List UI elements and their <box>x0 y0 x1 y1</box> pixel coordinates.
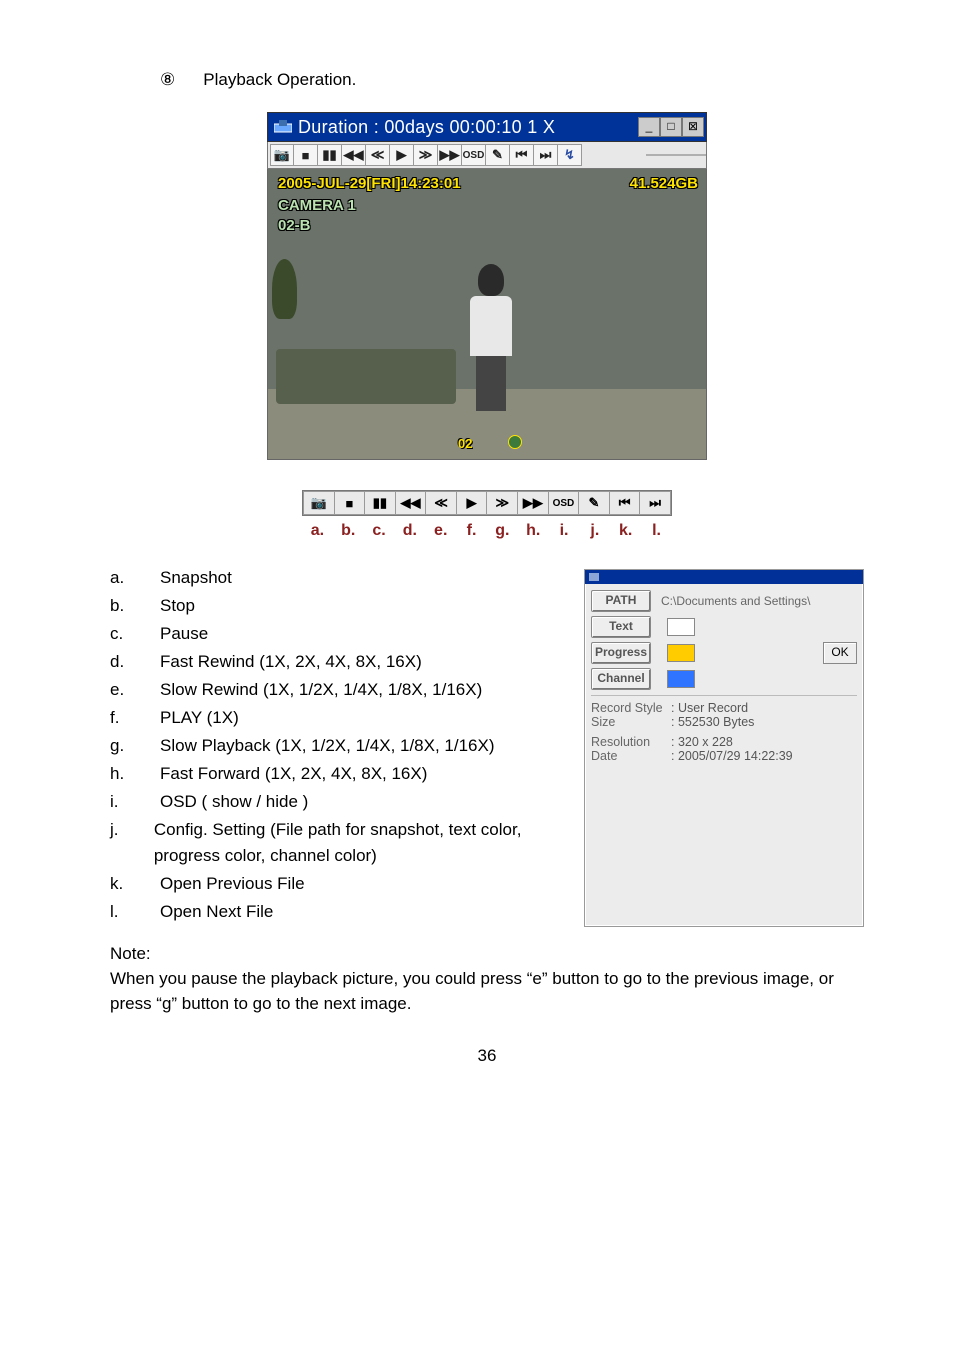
restore-button[interactable]: □ <box>660 117 682 137</box>
legend-fast-rewind-icon: ◀◀ <box>396 491 427 515</box>
record-style-value: : User Record <box>671 701 748 715</box>
title-bar[interactable]: Duration : 00days 00:00:10 1 X _ □ ⊠ <box>267 112 707 142</box>
pause-button[interactable]: ▮▮ <box>318 144 342 166</box>
osd-button[interactable]: OSD <box>462 144 486 166</box>
video-sofa <box>276 349 456 404</box>
legend-slow-rewind-icon: ≪ <box>426 491 457 515</box>
window-title: Duration : 00days 00:00:10 1 X <box>298 117 555 138</box>
app-icon <box>273 118 293 136</box>
path-button[interactable]: PATH <box>591 590 651 612</box>
progress-color-button[interactable]: Progress <box>591 642 651 664</box>
legend-next-file-icon: ⏭ <box>640 491 671 515</box>
legend-letters: a. b. c. d. e. f. g. h. i. j. k. l. <box>302 522 672 540</box>
date-label: Date <box>591 749 671 763</box>
overlay-badge: 02 <box>458 436 472 451</box>
text-color-button[interactable]: Text <box>591 616 651 638</box>
text-color-swatch <box>667 618 695 636</box>
size-label: Size <box>591 715 671 729</box>
size-value: : 552530 Bytes <box>671 715 754 729</box>
player-window: Duration : 00days 00:00:10 1 X _ □ ⊠ 📷 ■… <box>267 112 707 460</box>
path-value: C:\Documents and Settings\ <box>661 594 810 608</box>
extra-icon[interactable]: ↯ <box>558 144 582 166</box>
legend-list: a.Snapshot b.Stop c.Pause d.Fast Rewind … <box>110 565 566 927</box>
fast-rewind-button[interactable]: ◀◀ <box>342 144 366 166</box>
resolution-label: Resolution <box>591 735 671 749</box>
slow-playback-button[interactable]: ≫ <box>414 144 438 166</box>
overlay-dot-icon <box>508 435 522 449</box>
overlay-zone: 02-B <box>278 217 311 234</box>
video-frame: 2005-JUL-29[FRI]14:23:01 41.524GB CAMERA… <box>267 169 707 460</box>
channel-color-swatch <box>667 670 695 688</box>
page-number: 36 <box>110 1046 864 1066</box>
resolution-value: : 320 x 228 <box>671 735 733 749</box>
config-titlebar[interactable] <box>585 570 863 584</box>
next-file-button[interactable]: ⏭ <box>534 144 558 166</box>
player-toolbar: 📷 ■ ▮▮ ◀◀ ≪ ▶ ≫ ▶▶ OSD ✎ ⏮ ⏭ ↯ <box>267 142 707 169</box>
legend-play-icon: ▶ <box>457 491 488 515</box>
legend-stop-icon: ■ <box>335 491 366 515</box>
section-title: Playback Operation. <box>203 70 356 90</box>
progress-color-swatch <box>667 644 695 662</box>
legend-osd-icon: OSD <box>549 491 580 515</box>
overlay-timestamp: 2005-JUL-29[FRI]14:23:01 <box>278 175 461 192</box>
prev-file-button[interactable]: ⏮ <box>510 144 534 166</box>
overlay-camera: CAMERA 1 <box>278 197 356 214</box>
toolbar-legend-strip: 📷 ■ ▮▮ ◀◀ ≪ ▶ ≫ ▶▶ OSD ✎ ⏮ ⏭ <box>302 490 672 516</box>
config-button[interactable]: ✎ <box>486 144 510 166</box>
note-header: Note: <box>110 941 864 966</box>
legend-prev-file-icon: ⏮ <box>610 491 641 515</box>
close-button[interactable]: ⊠ <box>682 117 704 137</box>
legend-config-icon: ✎ <box>579 491 610 515</box>
legend-slow-playback-icon: ≫ <box>487 491 518 515</box>
ok-button[interactable]: OK <box>823 642 857 664</box>
stop-button[interactable]: ■ <box>294 144 318 166</box>
slow-rewind-button[interactable]: ≪ <box>366 144 390 166</box>
channel-color-button[interactable]: Channel <box>591 668 651 690</box>
date-value: : 2005/07/29 14:22:39 <box>671 749 793 763</box>
legend-fast-forward-icon: ▶▶ <box>518 491 549 515</box>
overlay-size: 41.524GB <box>630 175 698 192</box>
config-dialog: PATH C:\Documents and Settings\ Text Pro… <box>584 569 864 927</box>
video-person <box>463 264 518 414</box>
snapshot-button[interactable]: 📷 <box>270 144 294 166</box>
video-plant <box>272 259 297 319</box>
note-body: When you pause the playback picture, you… <box>110 966 864 1016</box>
fast-forward-button[interactable]: ▶▶ <box>438 144 462 166</box>
legend-pause-icon: ▮▮ <box>365 491 396 515</box>
play-button[interactable]: ▶ <box>390 144 414 166</box>
section-bullet: ⑧ <box>160 70 175 90</box>
legend-snapshot-icon: 📷 <box>303 491 335 515</box>
config-sys-icon <box>589 573 599 581</box>
minimize-button[interactable]: _ <box>638 117 660 137</box>
record-style-label: Record Style <box>591 701 671 715</box>
